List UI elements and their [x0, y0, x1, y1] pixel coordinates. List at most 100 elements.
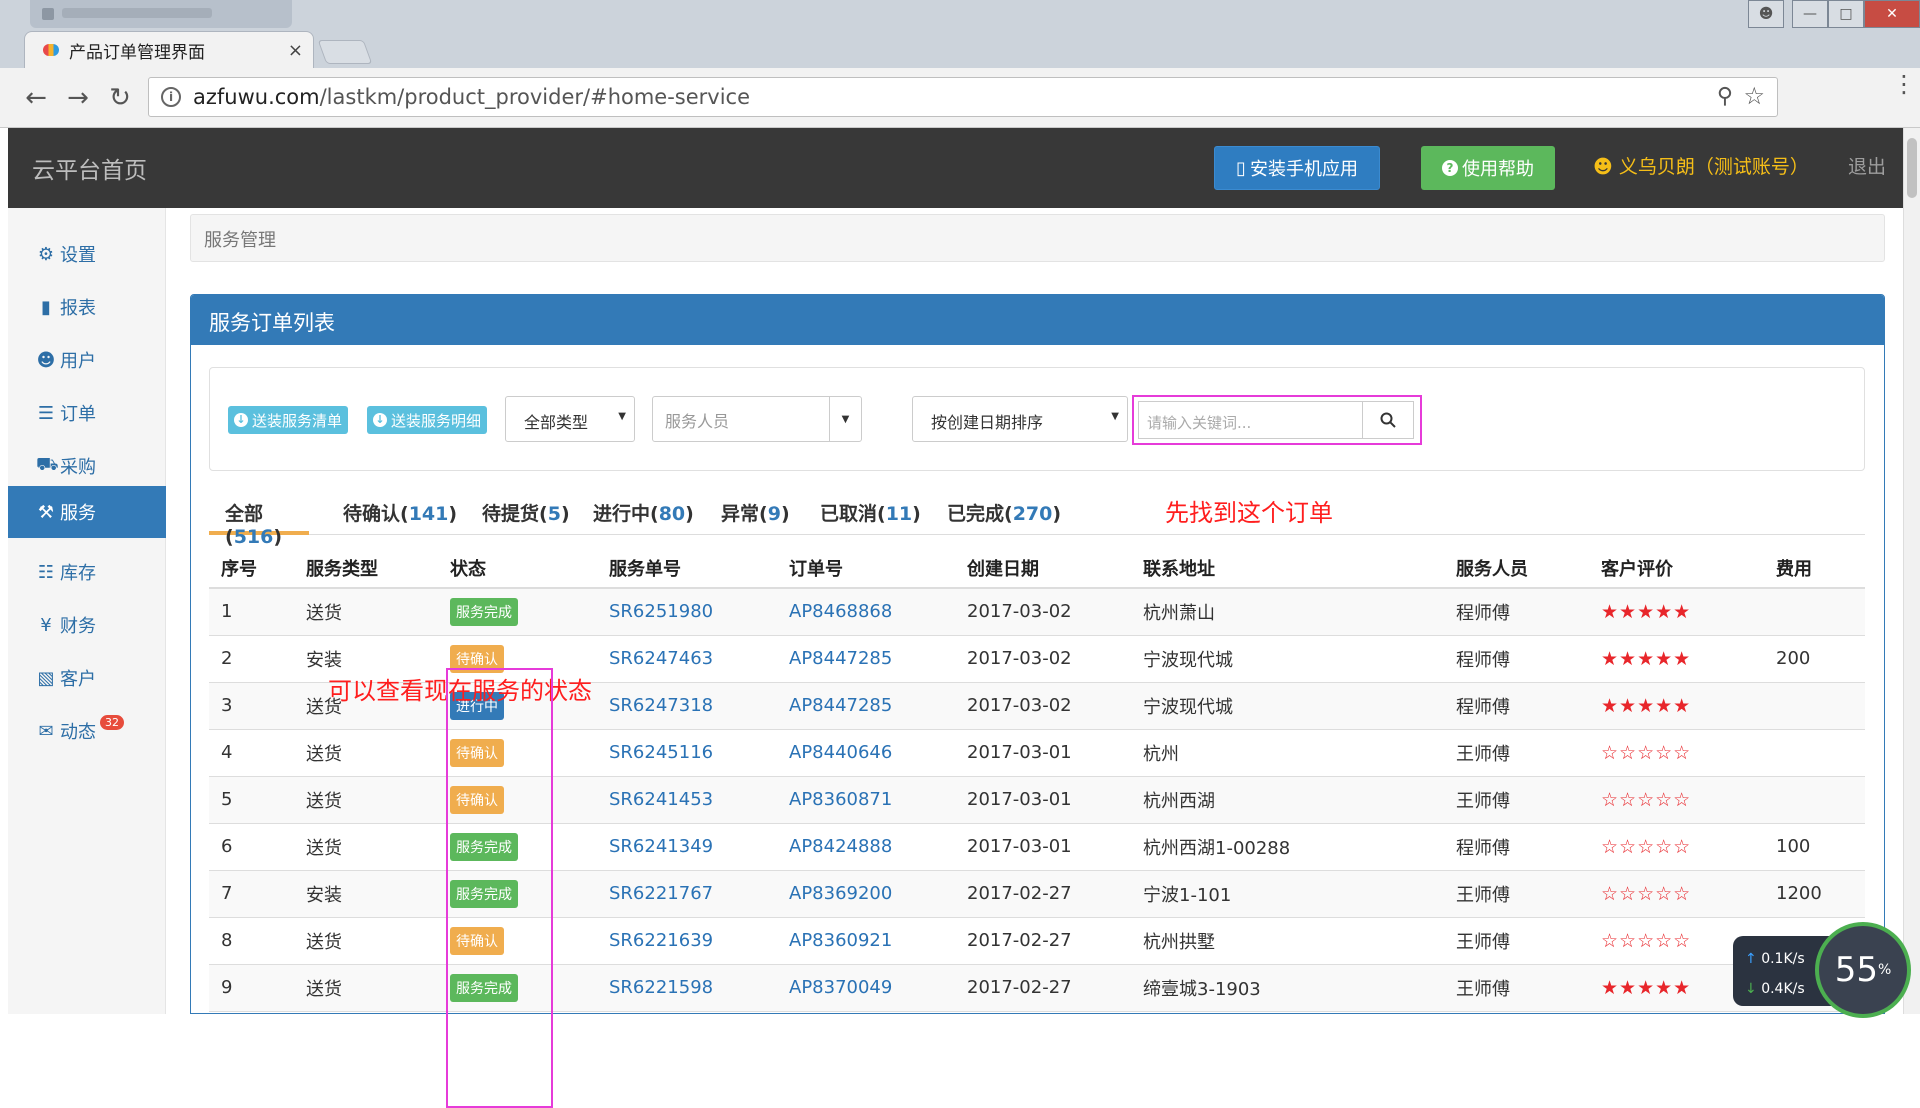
order-no-link[interactable]: AP8424888 — [789, 836, 892, 857]
type-select-value: 全部类型 — [524, 413, 589, 432]
sidebar-item-customers[interactable]: ▧ 客户 — [8, 652, 166, 704]
table-header-row: 序号 服务类型 状态 服务单号 订单号 创建日期 联系地址 服务人员 客户评价 … — [209, 548, 1865, 589]
cell-staff: 程师傅 — [1444, 588, 1589, 636]
memory-usage-circle[interactable]: 55% — [1815, 922, 1911, 1018]
logout-link[interactable]: 退出 — [1848, 152, 1886, 179]
tab-count: 516 — [233, 526, 274, 548]
browser-menu-icon[interactable]: ⋮ — [1892, 72, 1916, 96]
order-no-link[interactable]: AP8447285 — [789, 648, 892, 669]
tab-pending-pickup[interactable]: 待提货(5) — [482, 491, 570, 535]
minimize-button[interactable]: — — [1792, 0, 1828, 28]
sidebar-item-purchase[interactable]: ⛟ 采购 — [8, 440, 166, 492]
bar-chart-icon: ▮ — [41, 296, 51, 318]
cell-date: 2017-03-01 — [955, 823, 1131, 871]
cell-address-text: 杭州西湖1-00288 — [1143, 837, 1291, 859]
status-highlight-box — [446, 668, 553, 1108]
page-scrollbar[interactable] — [1903, 128, 1920, 1014]
cell-date: 2017-03-02 — [955, 588, 1131, 636]
address-bar[interactable]: i azfuwu.com/lastkm/product_provider/#ho… — [148, 77, 1778, 117]
service-no-link[interactable]: SR6247463 — [609, 648, 713, 669]
staff-combobox[interactable]: 服务人员 ▼ — [652, 396, 862, 442]
service-no-link[interactable]: SR6241349 — [609, 836, 713, 857]
sidebar-item-orders[interactable]: ☰ 订单 — [8, 387, 166, 439]
cell-address: 杭州拱墅 — [1131, 917, 1444, 965]
maximize-button[interactable]: □ — [1828, 0, 1864, 28]
cell-date-text: 2017-03-02 — [967, 695, 1072, 716]
user-menu[interactable]: ☻ 义乌贝朗（测试账号） — [1593, 152, 1809, 179]
col-header-type: 服务类型 — [294, 548, 438, 589]
cell-address: 杭州 — [1131, 729, 1444, 777]
service-no-link[interactable]: SR6221767 — [609, 883, 713, 904]
site-info-icon[interactable]: i — [161, 87, 181, 107]
background-tab[interactable] — [30, 0, 292, 28]
cell-staff-text: 程师傅 — [1456, 602, 1510, 624]
tab-completed[interactable]: 已完成(270) — [947, 491, 1061, 535]
service-no-link[interactable]: SR6241453 — [609, 789, 713, 810]
install-app-button[interactable]: ▯ 安装手机应用 — [1214, 146, 1380, 190]
tab-exception[interactable]: 异常(9) — [721, 491, 790, 535]
sidebar-item-inventory[interactable]: ☷ 库存 — [8, 546, 166, 598]
sidebar-item-activity[interactable]: ✉ 动态 32 — [8, 705, 166, 757]
rating-stars: ☆☆☆☆☆ — [1601, 835, 1692, 858]
service-no-link[interactable]: SR6245116 — [609, 742, 713, 763]
tab-pending-confirm[interactable]: 待确认(141) — [343, 491, 457, 535]
search-button[interactable] — [1362, 401, 1414, 439]
forward-icon[interactable]: → — [60, 80, 96, 116]
tab-in-progress[interactable]: 进行中(80) — [593, 491, 694, 535]
url-text[interactable]: azfuwu.com/lastkm/product_provider/#home… — [193, 85, 750, 109]
order-no-link[interactable]: AP8360871 — [789, 789, 892, 810]
rating-stars: ★★★★★ — [1601, 976, 1692, 999]
type-select[interactable]: 全部类型 ▼ — [505, 396, 635, 442]
keyword-search-input[interactable]: 请输入关键词... — [1138, 401, 1362, 439]
tab-all[interactable]: 全部(516) — [209, 491, 309, 548]
help-button[interactable]: ? 使用帮助 — [1421, 146, 1555, 190]
sort-select[interactable]: 按创建日期排序 ▼ — [912, 396, 1128, 442]
caret-down-icon[interactable]: ▼ — [829, 397, 861, 441]
cell-no-text: 7 — [221, 883, 233, 904]
staff-placeholder: 服务人员 — [665, 412, 730, 431]
sidebar-item-users[interactable]: ☻ 用户 — [8, 334, 166, 386]
order-no-link[interactable]: AP8369200 — [789, 883, 892, 904]
sidebar-item-service[interactable]: ⚒ 服务 — [8, 486, 166, 538]
order-no-link[interactable]: AP8447285 — [789, 695, 892, 716]
bookmark-star-icon[interactable]: ☆ — [1743, 82, 1765, 110]
cell-rating: ★★★★★ — [1589, 682, 1764, 730]
cell-service-no: SR6241349 — [597, 823, 777, 871]
network-speed-widget: ↑ 0.1K/s ↓ 0.4K/s 55% — [1733, 922, 1911, 1018]
order-no-link[interactable]: AP8440646 — [789, 742, 892, 763]
top-navbar: 云平台首页 ▯ 安装手机应用 ? 使用帮助 ☻ 义乌贝朗（测试账号） 退出 — [8, 128, 1903, 208]
delivery-detail-button[interactable]: ↓ 送装服务明细 — [367, 406, 488, 434]
browser-tab-active[interactable]: 产品订单管理界面 × — [24, 31, 314, 68]
service-no-link[interactable]: SR6221639 — [609, 930, 713, 951]
col-header-staff: 服务人员 — [1444, 548, 1589, 589]
sidebar-item-finance[interactable]: ¥ 财务 — [8, 599, 166, 651]
order-no-link[interactable]: AP8468868 — [789, 601, 892, 622]
sidebar-item-reports[interactable]: ▮ 报表 — [8, 281, 166, 333]
scrollbar-thumb[interactable] — [1907, 138, 1917, 198]
tab-close-icon[interactable]: × — [288, 40, 303, 61]
zoom-icon[interactable]: ⚲ — [1717, 84, 1733, 109]
tab-cancelled[interactable]: 已取消(11) — [820, 491, 921, 535]
cell-date: 2017-03-01 — [955, 729, 1131, 777]
app-root: 云平台首页 ▯ 安装手机应用 ? 使用帮助 ☻ 义乌贝朗（测试账号） 退出 ⚙ 设… — [8, 128, 1903, 1108]
sidebar-item-settings[interactable]: ⚙ 设置 — [8, 228, 166, 280]
filter-toolbar: ↓ 送装服务清单 ↓ 送装服务明细 全部类型 ▼ 服务人员 ▼ 按创建日期排序 ▼ 请输入… — [209, 367, 1865, 471]
close-window-button[interactable]: ✕ — [1864, 0, 1920, 28]
table-row[interactable]: 1 送货 服务完成 SR6251980 AP8468868 2017-03-02 杭州萧山 程… — [209, 588, 1865, 636]
download-icon: ↓ — [373, 413, 387, 427]
order-no-link[interactable]: AP8360921 — [789, 930, 892, 951]
delivery-list-button[interactable]: ↓ 送装服务清单 — [228, 406, 349, 434]
service-no-link[interactable]: SR6221598 — [609, 977, 713, 998]
service-no-link[interactable]: SR6251980 — [609, 601, 713, 622]
tab-label: 待提货 — [482, 503, 540, 525]
back-icon[interactable]: ← — [18, 80, 54, 116]
cell-no-text: 8 — [221, 930, 233, 951]
profile-icon[interactable]: ☻ — [1748, 0, 1784, 28]
new-tab-button[interactable] — [317, 40, 373, 64]
cell-date: 2017-02-27 — [955, 917, 1131, 965]
service-no-link[interactable]: SR6247318 — [609, 695, 713, 716]
order-no-link[interactable]: AP8370049 — [789, 977, 892, 998]
cell-type: 送货 — [294, 776, 438, 824]
reload-icon[interactable]: ↻ — [102, 80, 138, 116]
brand-link[interactable]: 云平台首页 — [32, 151, 147, 185]
